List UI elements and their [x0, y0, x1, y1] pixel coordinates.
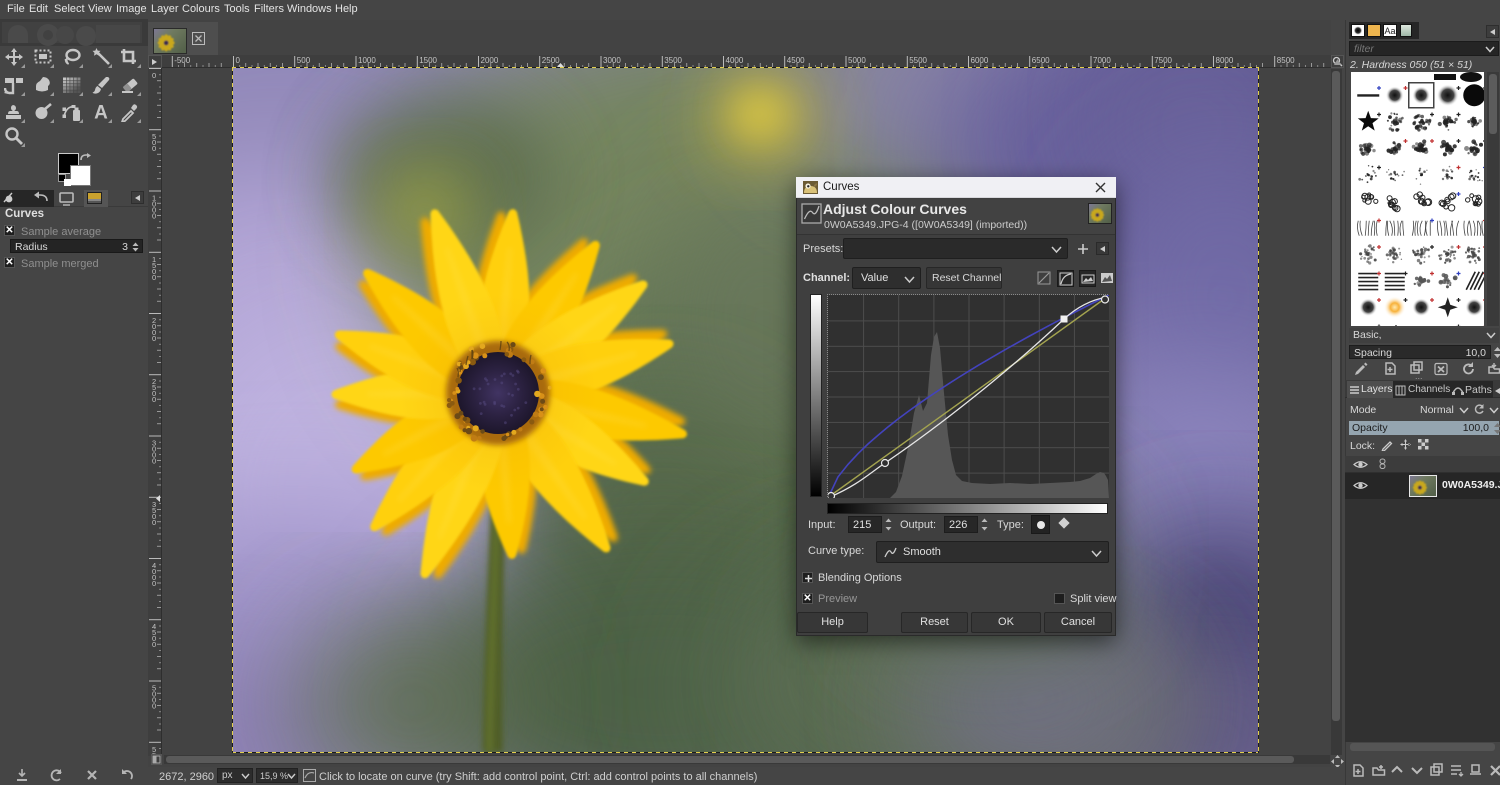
- svg-text:500: 500: [297, 56, 311, 65]
- svg-text:2500: 2500: [152, 377, 156, 404]
- svg-text:A: A: [94, 103, 108, 123]
- svg-text:7000: 7000: [1093, 56, 1111, 65]
- svg-text:4500: 4500: [787, 56, 805, 65]
- svg-text:4000: 4000: [726, 56, 744, 65]
- svg-text:2000: 2000: [481, 56, 499, 65]
- svg-text:3500: 3500: [664, 56, 682, 65]
- svg-text:5500: 5500: [909, 56, 927, 65]
- svg-text:5000: 5000: [848, 56, 866, 65]
- svg-text:1500: 1500: [152, 255, 156, 282]
- svg-text:1000: 1000: [358, 56, 376, 65]
- svg-text:-500: -500: [174, 56, 191, 65]
- svg-text:1000: 1000: [152, 194, 156, 221]
- svg-text:3000: 3000: [603, 56, 621, 65]
- svg-text:5000: 5000: [152, 684, 156, 711]
- svg-text:2500: 2500: [542, 56, 560, 65]
- svg-text:3000: 3000: [152, 439, 156, 466]
- svg-text:1500: 1500: [419, 56, 437, 65]
- svg-text:8500: 8500: [1277, 56, 1295, 65]
- svg-text:8000: 8000: [1216, 56, 1234, 65]
- svg-text:3500: 3500: [152, 500, 156, 527]
- svg-text:0: 0: [152, 71, 156, 80]
- svg-text:2000: 2000: [152, 316, 156, 343]
- svg-text:6000: 6000: [971, 56, 989, 65]
- svg-text:7500: 7500: [1154, 56, 1172, 65]
- svg-text:6500: 6500: [1032, 56, 1050, 65]
- svg-text:500: 500: [152, 132, 156, 153]
- svg-text:4000: 4000: [152, 561, 156, 588]
- svg-text:0: 0: [236, 56, 241, 65]
- svg-text:4500: 4500: [152, 622, 156, 649]
